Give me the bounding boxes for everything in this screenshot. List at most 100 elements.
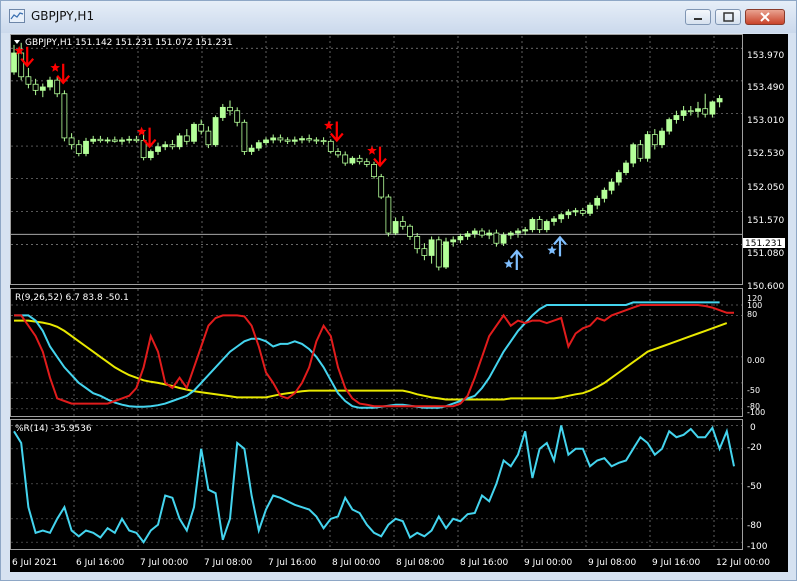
- candle-body: [471, 230, 478, 235]
- candle-body: [111, 139, 118, 142]
- candle-body: [558, 214, 565, 220]
- candle-body: [320, 140, 327, 143]
- candle-body: [363, 161, 370, 165]
- maximize-button[interactable]: [715, 9, 741, 25]
- candle-body: [443, 241, 449, 268]
- candle-body: [515, 230, 521, 234]
- candle-body: [270, 137, 277, 141]
- candle-body: [349, 157, 356, 164]
- chart-area[interactable]: GBPJPY,H1 151.142 151.231 151.072 151.23…: [10, 34, 788, 572]
- time-label: 12 Jul 00:00: [716, 558, 770, 568]
- candle-body: [219, 106, 226, 118]
- title-bar[interactable]: GBPJPY,H1: [1, 1, 796, 33]
- candle-body: [615, 172, 622, 183]
- wpr-panel-header: %R(14) -35.9536: [15, 424, 92, 434]
- candle-body: [54, 79, 61, 95]
- candle-body: [335, 151, 341, 156]
- candle-body: [637, 144, 644, 159]
- osc-level-label: -50: [747, 386, 760, 395]
- time-label: 6 Jul 16:00: [76, 558, 125, 568]
- minimize-icon: [694, 18, 702, 20]
- candle-body: [507, 232, 514, 236]
- candle-body: [651, 134, 658, 146]
- price-axis: 153.970 153.490 153.010 152.530 152.050 …: [747, 51, 784, 292]
- candle-body: [666, 119, 673, 132]
- price-label: 153.970: [747, 51, 784, 61]
- candlesticks: [11, 42, 723, 271]
- time-label: 9 Jul 16:00: [652, 558, 701, 568]
- candle-body: [464, 233, 471, 237]
- candle-body: [306, 138, 313, 141]
- close-icon: [760, 12, 770, 22]
- candle-body: [529, 219, 536, 231]
- candle-body: [25, 76, 32, 85]
- buy-star-icon: [504, 259, 514, 268]
- oscillator-axis: 120 100 80 0.00 -50 -80 -100: [747, 294, 765, 417]
- candle-body: [291, 139, 298, 142]
- candle-body: [565, 211, 572, 216]
- price-label: 153.490: [747, 83, 784, 93]
- cyan-line: [14, 301, 720, 409]
- osc-level-label: -100: [747, 408, 765, 417]
- candle-body: [133, 138, 140, 142]
- candle-body: [11, 52, 17, 73]
- osc-level-label: 80: [747, 310, 757, 319]
- buy-arrow-icon: [509, 249, 524, 270]
- sell-star-icon: [324, 120, 334, 130]
- dropdown-triangle-icon[interactable]: [14, 40, 20, 44]
- buy-arrow-icon: [553, 235, 567, 257]
- candle-body: [493, 232, 500, 244]
- candle-body: [176, 135, 183, 148]
- candle-body: [421, 248, 428, 256]
- candle-body: [32, 83, 39, 91]
- candle-body: [587, 204, 593, 214]
- candle-body: [601, 189, 608, 199]
- candle-body: [198, 123, 205, 132]
- time-label: 7 Jul 08:00: [204, 558, 253, 568]
- oscillator-levels: [11, 304, 742, 410]
- candle-body: [119, 139, 125, 142]
- candle-body: [263, 139, 269, 144]
- price-label: 152.530: [747, 149, 784, 159]
- candle-body: [191, 123, 197, 142]
- candle-body: [18, 52, 25, 78]
- candle-body: [702, 108, 709, 115]
- sell-star-icon: [367, 145, 377, 155]
- candle-body: [572, 210, 579, 213]
- current-price-label: 151.231: [745, 239, 782, 249]
- chart-canvas[interactable]: GBPJPY,H1 151.142 151.231 151.072 151.23…: [10, 34, 788, 572]
- yellow-line: [14, 319, 728, 401]
- candle-body: [543, 221, 550, 231]
- buy-star-icon: [547, 245, 557, 255]
- candle-body: [457, 236, 464, 241]
- candle-body: [659, 130, 665, 146]
- candle-body: [126, 138, 133, 141]
- candle-body: [284, 139, 291, 142]
- candle-body: [147, 151, 154, 159]
- candle-body: [428, 239, 435, 256]
- candle-body: [536, 219, 543, 231]
- candle-body: [673, 115, 680, 120]
- time-label: 6 Jul 2021: [12, 558, 57, 568]
- candle-body: [277, 137, 284, 141]
- candle-body: [83, 140, 89, 154]
- chart-app-icon: [9, 9, 25, 23]
- time-label: 9 Jul 00:00: [524, 558, 573, 568]
- close-button[interactable]: [745, 9, 785, 25]
- price-label: 152.050: [747, 183, 784, 193]
- price-panel-header: GBPJPY,H1 151.142 151.231 151.072 151.23…: [25, 38, 233, 48]
- wpr-panel-frame: [10, 419, 743, 550]
- wpr-axis: 0 -20 -50 -80 -100: [747, 423, 768, 552]
- candle-body: [75, 144, 82, 154]
- chart-window: GBPJPY,H1 GBPJPY,H1 151.142 151.231 151.…: [0, 0, 797, 581]
- candle-body: [450, 239, 457, 243]
- candle-body: [579, 210, 586, 214]
- minimize-button[interactable]: [685, 9, 711, 25]
- candle-body: [255, 142, 262, 149]
- candle-body: [623, 162, 629, 173]
- candle-body: [407, 225, 413, 237]
- time-label: 7 Jul 00:00: [140, 558, 189, 568]
- candle-body: [61, 93, 68, 139]
- wpr-level-label: -80: [747, 521, 762, 531]
- candle-body: [594, 197, 601, 206]
